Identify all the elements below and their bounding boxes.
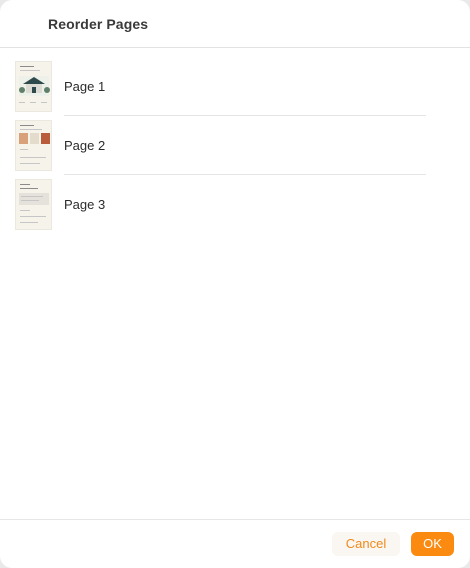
page-list: Page 1 Page 2 Page 3 [0,57,470,234]
color-swatches-page-thumbnail-icon [15,120,52,171]
cancel-button[interactable]: Cancel [332,532,400,556]
text-form-page-thumbnail-icon [15,179,52,230]
house-page-thumbnail-icon [15,61,52,112]
dialog-header: Reorder Pages [0,0,470,48]
page-label: Page 1 [64,79,106,94]
ok-button[interactable]: OK [411,532,454,556]
page-row-3[interactable]: Page 3 [0,175,470,234]
dialog-title: Reorder Pages [48,16,149,32]
reorder-pages-dialog: Reorder Pages Page 1 Page 2 Page 3 Cance… [0,0,470,568]
page-label: Page 3 [64,197,106,212]
page-row-1[interactable]: Page 1 [0,57,470,116]
dialog-footer: Cancel OK [0,519,470,568]
page-row-2[interactable]: Page 2 [0,116,470,175]
page-label: Page 2 [64,138,106,153]
